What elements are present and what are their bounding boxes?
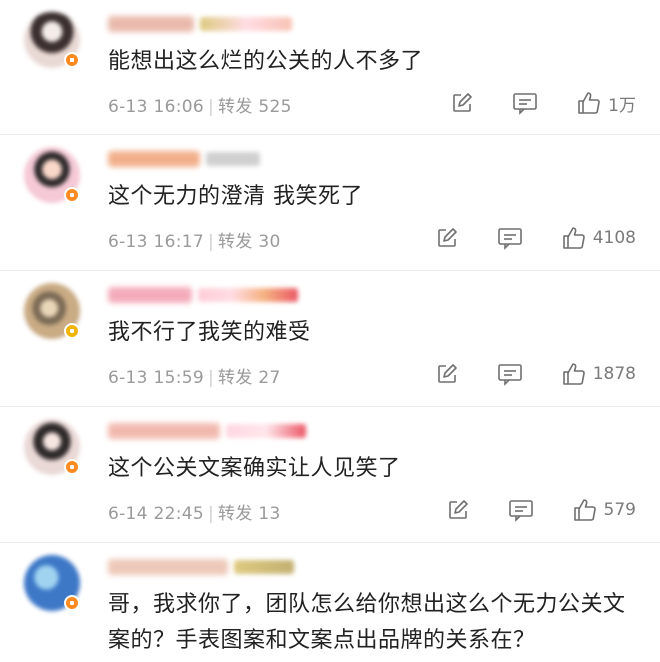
repost-count: 13	[258, 504, 281, 524]
comment-text: 哥，我求你了，团队怎么给你想出这么个无力公关文案的？手表图案和文案点出品牌的关系…	[108, 592, 626, 653]
verified-badge-icon	[64, 187, 80, 203]
username-blurred[interactable]	[108, 14, 292, 34]
comment-bubble-icon[interactable]	[512, 91, 538, 115]
comment-date: 6-14 22:45	[108, 504, 204, 524]
repost-label[interactable]: 转发	[218, 504, 253, 524]
repost-label[interactable]: 转发	[218, 232, 253, 252]
comment-bubble-icon[interactable]	[497, 226, 523, 250]
comment-meta: 6-13 16:17 | 转发 30	[108, 232, 281, 252]
comment-item: 这个公关文案确实让人见笑了 6-14 22:45 | 转发 13 579	[0, 407, 660, 543]
comment-list: 能想出这么烂的公关的人不多了 6-13 16:06 | 转发 525 1万 这个…	[0, 0, 660, 662]
verified-badge-icon	[64, 595, 80, 611]
comment-text: 这个公关文案确实让人见笑了	[108, 456, 401, 481]
username-blurred[interactable]	[108, 421, 306, 441]
comment-bubble-icon[interactable]	[497, 362, 523, 386]
verified-badge-icon	[64, 52, 80, 68]
repost-count: 27	[258, 368, 281, 388]
like-count: 4108	[592, 228, 636, 248]
repost-label[interactable]: 转发	[218, 368, 253, 388]
comment-item: 哥，我求你了，团队怎么给你想出这么个无力公关文案的？手表图案和文案点出品牌的关系…	[0, 543, 660, 662]
comment-text: 能想出这么烂的公关的人不多了	[108, 49, 424, 74]
like-button[interactable]: 1万	[576, 90, 636, 116]
username-blurred[interactable]	[108, 149, 260, 169]
comment-bubble-icon[interactable]	[508, 498, 534, 522]
repost-count: 525	[258, 97, 292, 117]
comment-meta: 6-13 16:06 | 转发 525	[108, 97, 292, 117]
comment-date: 6-13 16:17	[108, 232, 204, 252]
comment-item: 这个无力的澄清 我笑死了 6-13 16:17 | 转发 30 4108	[0, 135, 660, 271]
like-button[interactable]: 1878	[561, 361, 636, 387]
comment-meta: 6-13 15:59 | 转发 27	[108, 368, 281, 388]
edit-square-icon[interactable]	[435, 362, 459, 386]
comment-actions: 1878	[435, 361, 636, 387]
like-button[interactable]: 579	[572, 497, 636, 523]
thumbs-up-icon	[562, 363, 585, 385]
comment-date: 6-13 15:59	[108, 368, 204, 388]
username-blurred[interactable]	[108, 557, 294, 577]
like-button[interactable]: 4108	[561, 225, 636, 251]
thumbs-up-icon	[573, 499, 596, 521]
username-blurred[interactable]	[108, 285, 298, 305]
repost-label[interactable]: 转发	[218, 97, 253, 117]
like-count: 579	[603, 500, 636, 520]
comment-actions: 1万	[450, 90, 636, 116]
thumbs-up-icon	[562, 227, 585, 249]
verified-badge-icon	[64, 459, 80, 475]
like-count: 1878	[592, 364, 636, 384]
comment-text: 这个无力的澄清 我笑死了	[108, 184, 363, 209]
comment-date: 6-13 16:06	[108, 97, 204, 117]
edit-square-icon[interactable]	[450, 91, 474, 115]
comment-item: 我不行了我笑的难受 6-13 15:59 | 转发 27 1878	[0, 271, 660, 407]
repost-count: 30	[258, 232, 281, 252]
comment-text: 我不行了我笑的难受	[108, 320, 311, 345]
comment-item: 能想出这么烂的公关的人不多了 6-13 16:06 | 转发 525 1万	[0, 0, 660, 135]
edit-square-icon[interactable]	[435, 226, 459, 250]
like-count: 1万	[608, 95, 636, 116]
comment-actions: 579	[446, 497, 636, 523]
verified-badge-icon	[64, 323, 80, 339]
edit-square-icon[interactable]	[446, 498, 470, 522]
comment-actions: 4108	[435, 225, 636, 251]
thumbs-up-icon	[578, 92, 600, 114]
comment-meta: 6-14 22:45 | 转发 13	[108, 504, 281, 524]
